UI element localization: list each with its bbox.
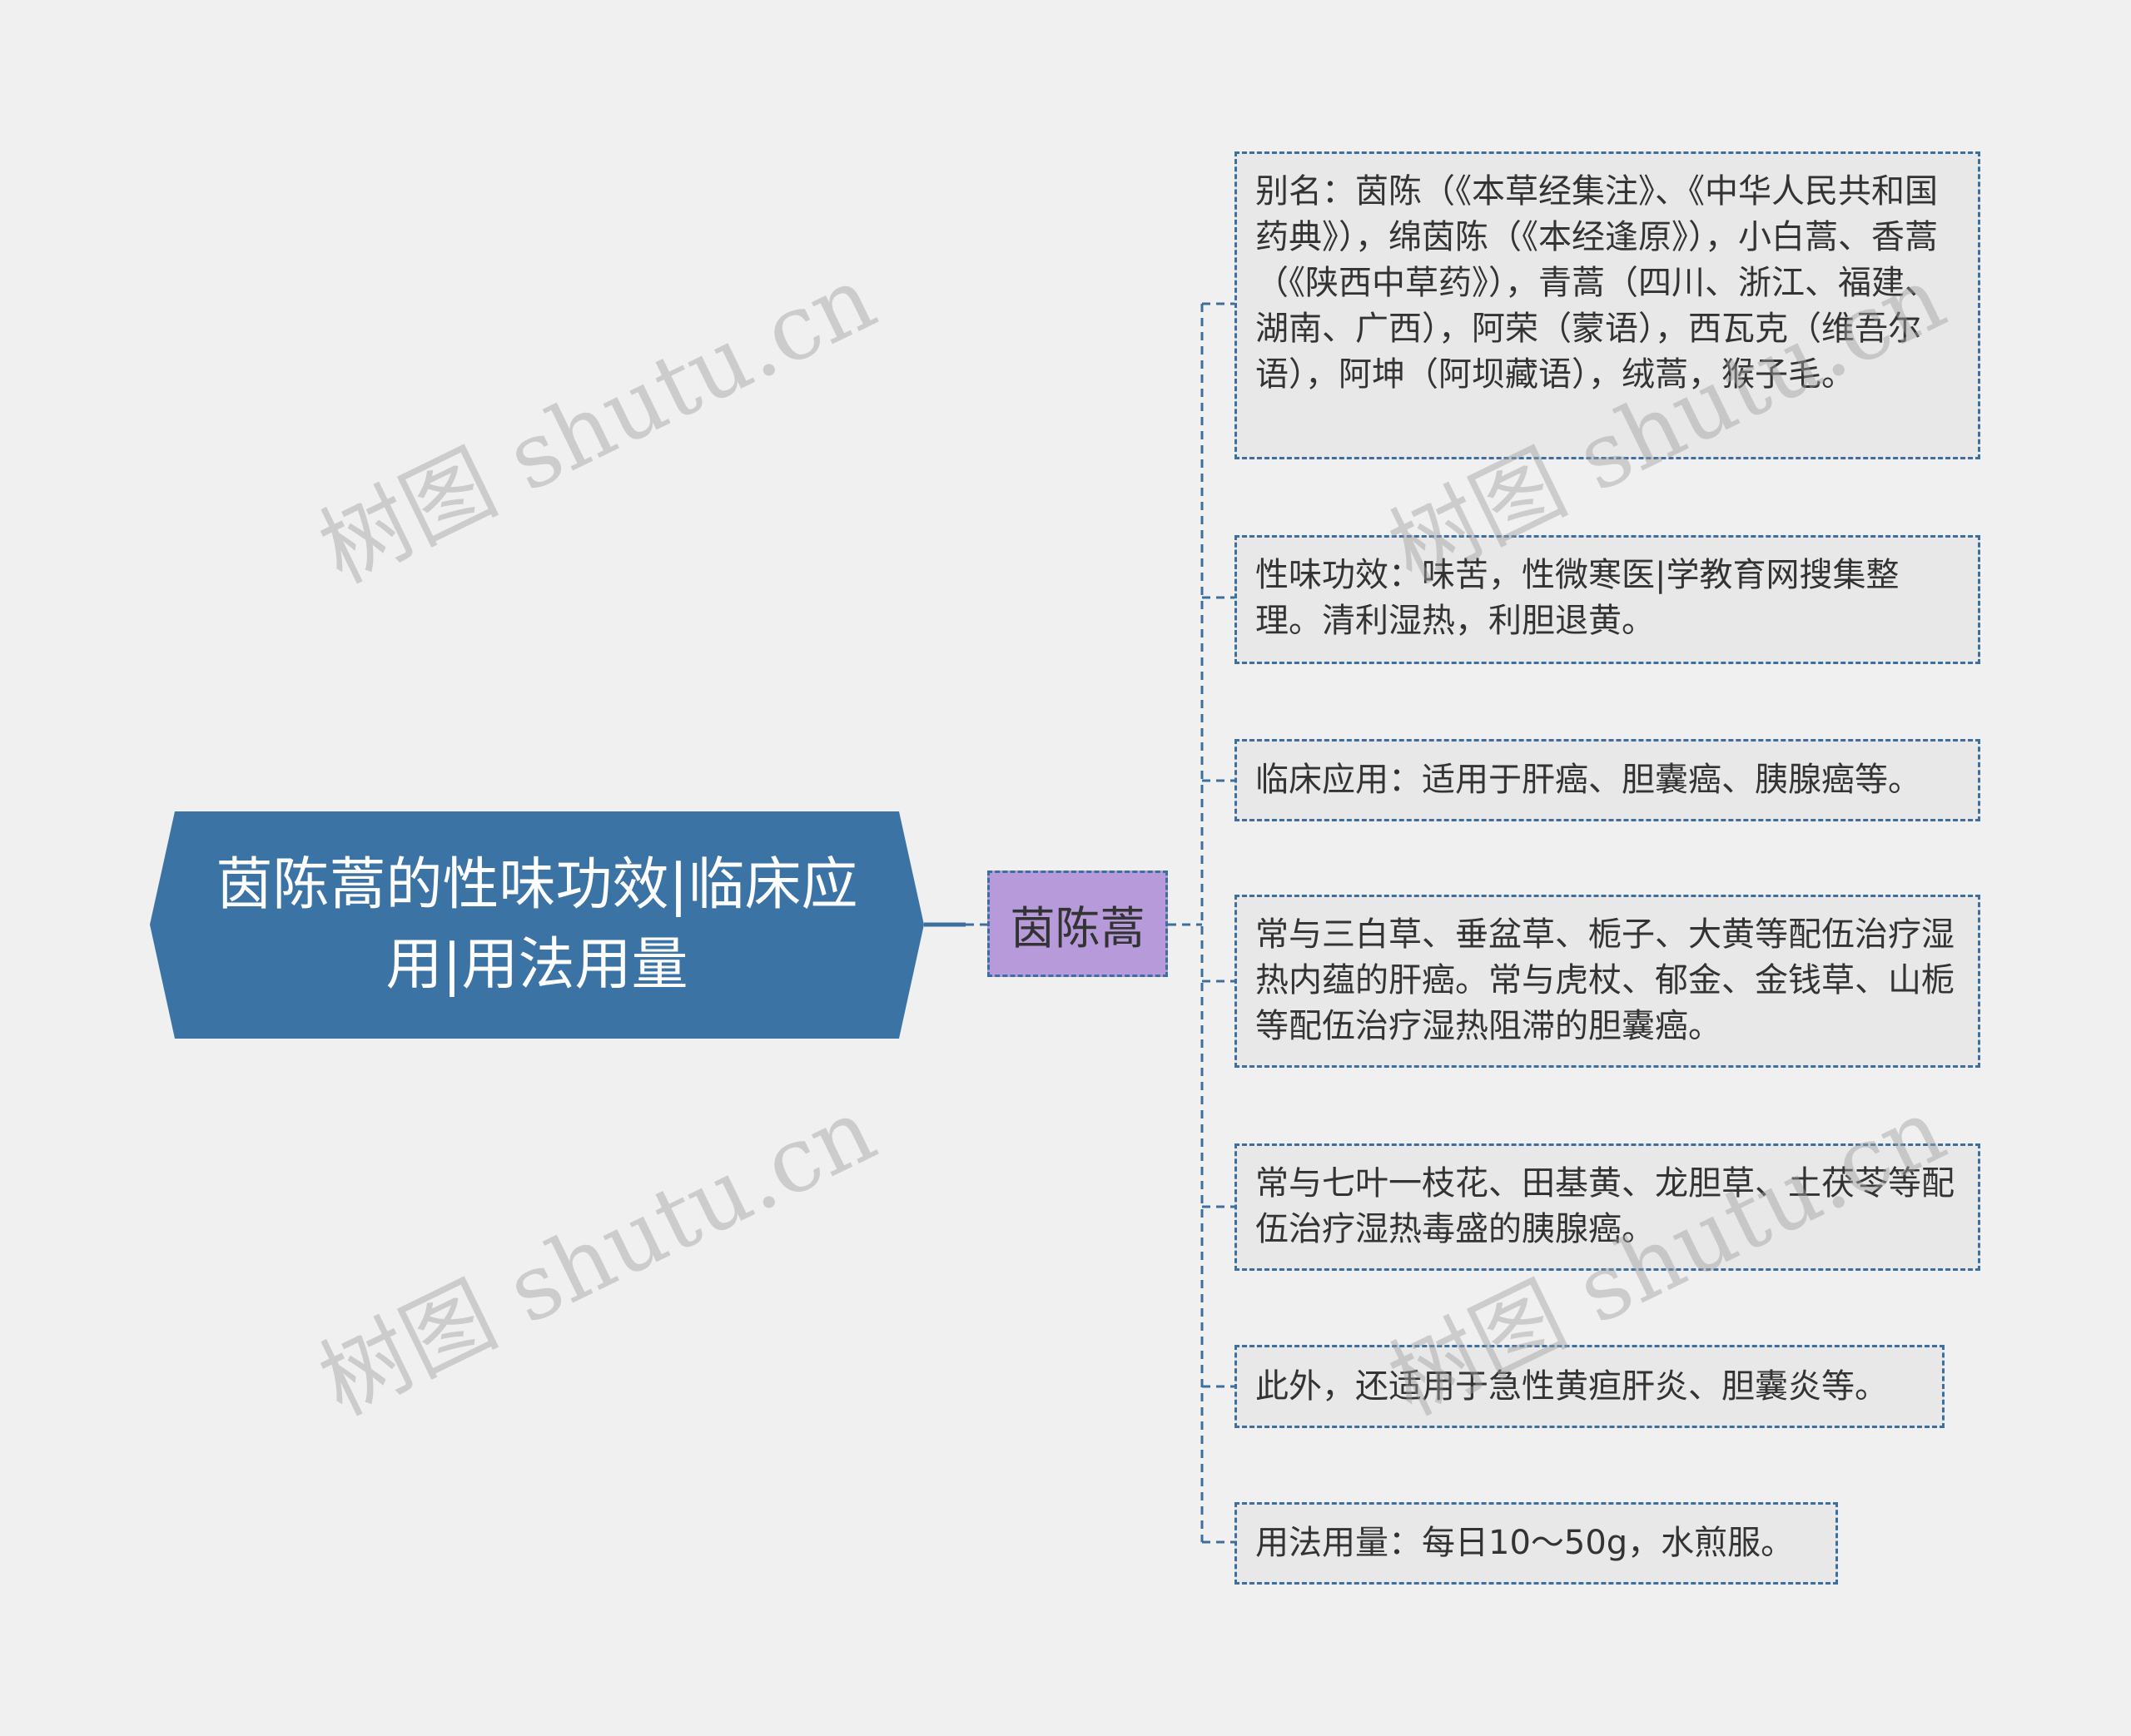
leaf-node-label: 常与三白草、垂盆草、栀子、大黄等配伍治疗湿热内蕴的肝癌。常与虎杖、郁金、金钱草、…	[1255, 915, 1955, 1045]
leaf-node-label: 别名：茵陈（《本草经集注》、《中华人民共和国药典》），绵茵陈（《本经逢原》），小…	[1255, 172, 1938, 394]
topic-node[interactable]: 茵陈蒿	[987, 870, 1168, 977]
leaf-node-label: 常与七叶一枝花、田基黄、龙胆草、土茯苓等配伍治疗湿热毒盛的胰腺癌。	[1255, 1164, 1955, 1248]
leaf-node-pancreas-combination[interactable]: 常与七叶一枝花、田基黄、龙胆草、土茯苓等配伍治疗湿热毒盛的胰腺癌。	[1234, 1143, 1980, 1271]
leaf-node-other-uses[interactable]: 此外，还适用于急性黄疸肝炎、胆囊炎等。	[1234, 1345, 1945, 1428]
root-node-label: 茵陈蒿的性味功效|临床应用|用法用量	[216, 851, 858, 998]
topic-node-label: 茵陈蒿	[1010, 901, 1145, 955]
leaf-node-label: 性味功效：味苦，性微寒医|学教育网搜集整理。清利湿热，利胆退黄。	[1255, 556, 1900, 640]
leaf-node-label: 用法用量：每日10～50g，水煎服。	[1255, 1524, 1795, 1562]
leaf-node-clinical-use[interactable]: 临床应用：适用于肝癌、胆囊癌、胰腺癌等。	[1234, 739, 1980, 821]
leaf-node-properties[interactable]: 性味功效：味苦，性微寒医|学教育网搜集整理。清利湿热，利胆退黄。	[1234, 535, 1980, 664]
leaf-node-aliases[interactable]: 别名：茵陈（《本草经集注》、《中华人民共和国药典》），绵茵陈（《本经逢原》），小…	[1234, 151, 1980, 459]
root-node[interactable]: 茵陈蒿的性味功效|临床应用|用法用量	[150, 811, 924, 1039]
mind-map-canvas: 茵陈蒿的性味功效|临床应用|用法用量 茵陈蒿 别名：茵陈（《本草经集注》、《中华…	[0, 0, 2131, 1736]
leaf-node-label: 临床应用：适用于肝癌、胆囊癌、胰腺癌等。	[1255, 761, 1921, 799]
leaf-node-liver-combination[interactable]: 常与三白草、垂盆草、栀子、大黄等配伍治疗湿热内蕴的肝癌。常与虎杖、郁金、金钱草、…	[1234, 895, 1980, 1068]
leaf-node-label: 此外，还适用于急性黄疸肝炎、胆囊炎等。	[1255, 1366, 1888, 1406]
leaf-node-dosage[interactable]: 用法用量：每日10～50g，水煎服。	[1234, 1502, 1838, 1585]
